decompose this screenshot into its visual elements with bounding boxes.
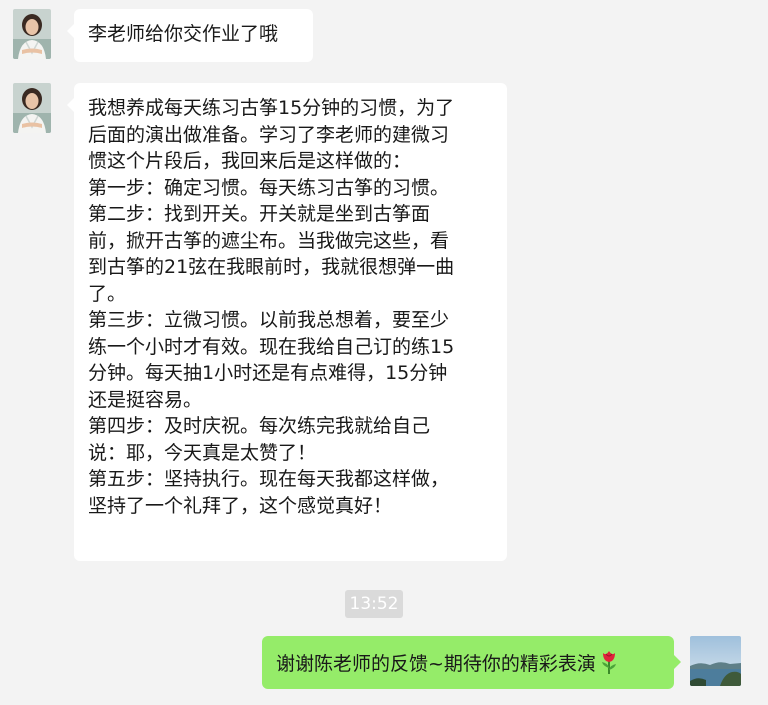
landscape-avatar-icon bbox=[690, 636, 741, 686]
message-line: 后面的演出做准备。学习了李老师的建微习 bbox=[88, 123, 450, 146]
timestamp-badge: 13:52 bbox=[345, 590, 403, 618]
reply-text: 谢谢陈老师的反馈~期待你的精彩表演 bbox=[276, 653, 596, 675]
message-bubble-self[interactable]: 谢谢陈老师的反馈~期待你的精彩表演 bbox=[262, 636, 681, 689]
message-line: 惯这个片段后，我回来后是这样做的： bbox=[88, 150, 412, 172]
sender-avatar[interactable] bbox=[13, 83, 51, 133]
sender-avatar[interactable] bbox=[13, 9, 51, 59]
message-line: 还是挺容易。 bbox=[88, 388, 203, 411]
message-line: 第三步：立微习惯。以前我总想着，要至少 bbox=[88, 309, 450, 331]
message-bubble[interactable]: 李老师给你交作业了哦 bbox=[67, 9, 313, 62]
message-line: 了。 bbox=[88, 282, 127, 305]
message-line: 分钟。每天抽1小时还是有点难得，15分钟 bbox=[88, 362, 448, 384]
message-line: 前，掀开古筝的遮尘布。当我做完这些，看 bbox=[88, 229, 450, 252]
teacher-avatar-icon bbox=[13, 83, 51, 133]
message-bubble[interactable]: 我想养成每天练习古筝15分钟的习惯，为了 后面的演出做准备。学习了李老师的建微习… bbox=[67, 83, 507, 561]
message-text: 李老师给你交作业了哦 bbox=[88, 23, 279, 45]
message-line: 我想养成每天练习古筝15分钟的习惯，为了 bbox=[88, 97, 455, 119]
message-line: 第一步：确定习惯。每天练习古筝的习惯。 bbox=[88, 176, 450, 199]
teacher-avatar-icon bbox=[13, 9, 51, 59]
message-text: 谢谢陈老师的反馈~期待你的精彩表演 bbox=[276, 649, 660, 678]
message-line: 坚持了一个礼拜了，这个感觉真好！ bbox=[88, 494, 393, 517]
message-line: 第五步：坚持执行。现在每天我都这样做， bbox=[88, 468, 450, 490]
self-avatar[interactable] bbox=[690, 636, 741, 686]
message-line: 说：耶，今天真是太赞了！ bbox=[88, 441, 317, 464]
message-line: 练一个小时才有效。现在我给自己订的练15 bbox=[88, 335, 455, 358]
rose-icon bbox=[601, 651, 616, 674]
message-line: 第四步：及时庆祝。每次练完我就给自己 bbox=[88, 415, 431, 437]
message-line: 第二步：找到开关。开关就是坐到古筝面 bbox=[88, 203, 431, 225]
message-line: 到古筝的21弦在我眼前时，我就很想弹一曲 bbox=[88, 256, 455, 278]
